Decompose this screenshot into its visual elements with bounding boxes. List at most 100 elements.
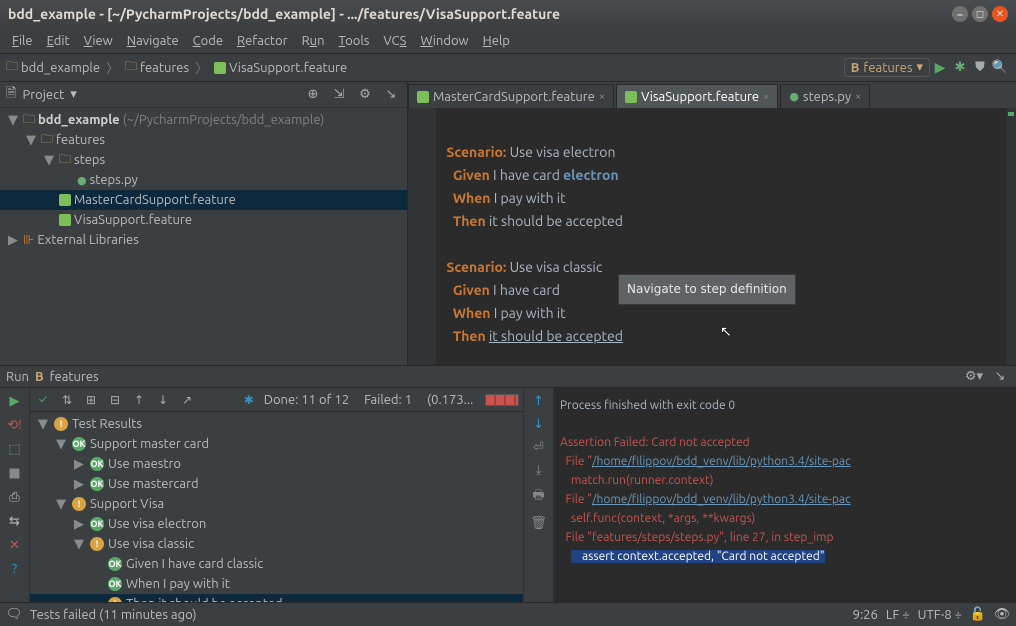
breadcrumb-item[interactable]: 🗀bdd_example xyxy=(6,57,100,78)
expand-toggle[interactable]: ▼ xyxy=(38,417,50,432)
debug-button[interactable]: ✱ xyxy=(950,58,970,78)
scroll-down-icon[interactable]: ↓ xyxy=(533,417,544,432)
close-icon[interactable]: × xyxy=(855,91,861,103)
file-link[interactable]: /home/filippov/bdd_venv/lib/python3.4/si… xyxy=(592,493,851,506)
test-tree-row[interactable]: OK When I pay with it xyxy=(30,574,523,594)
file-link[interactable]: /home/filippov/bdd_venv/lib/python3.4/si… xyxy=(592,455,851,468)
test-tree-row[interactable]: ▼OK Support master card xyxy=(30,434,523,454)
window-maximize-button[interactable]: ◻ xyxy=(972,6,988,22)
project-tree[interactable]: ▼🗀 bdd_example (~/PycharmProjects/bdd_ex… xyxy=(0,108,407,365)
project-view-icon[interactable]: 🗎 xyxy=(6,84,16,106)
test-tree-row[interactable]: ▼! Use visa classic xyxy=(30,534,523,554)
chevron-down-icon[interactable]: ▾ xyxy=(70,87,77,102)
collapse-all-icon[interactable]: ⇲ xyxy=(329,85,349,105)
menu-edit[interactable]: Edit xyxy=(41,32,76,50)
prev-failed-icon[interactable]: ↑ xyxy=(130,391,148,409)
expand-toggle[interactable]: ▼ xyxy=(44,153,56,168)
test-tree[interactable]: ▼! Test Results▼OK Support master card▶O… xyxy=(30,412,523,602)
soft-wrap-icon[interactable]: ⏎ xyxy=(533,440,544,455)
test-tree-row[interactable]: ▼! Support Visa xyxy=(30,494,523,514)
hide-panel-icon[interactable]: ↘ xyxy=(381,85,401,105)
scroll-to-source-icon[interactable]: ⊕ xyxy=(303,85,323,105)
menu-refactor[interactable]: Refactor xyxy=(231,32,294,50)
menu-code[interactable]: Code xyxy=(187,32,229,50)
clear-icon[interactable]: 🗑 xyxy=(530,516,547,531)
readonly-toggle-icon[interactable]: 🔓 xyxy=(970,607,986,623)
hector-icon[interactable]: 👁 xyxy=(994,607,1010,623)
caret-position[interactable]: 9:26 xyxy=(853,608,878,622)
next-failed-icon[interactable]: ↓ xyxy=(154,391,172,409)
settings-icon[interactable]: ✱ xyxy=(240,391,258,409)
sort-icon[interactable]: ⇅ xyxy=(58,391,76,409)
window-close-button[interactable]: ✕ xyxy=(992,6,1008,22)
search-everywhere-button[interactable]: 🔍 xyxy=(990,58,1010,78)
editor-tab[interactable]: VisaSupport.feature× xyxy=(616,84,778,108)
expand-toggle[interactable]: ▼ xyxy=(74,537,86,552)
help-button[interactable]: ? xyxy=(6,560,24,578)
menu-file[interactable]: File xyxy=(6,32,39,50)
status-icon[interactable]: 🗨 xyxy=(6,607,22,623)
expand-toggle[interactable]: ▶ xyxy=(74,517,86,532)
scroll-to-end-icon[interactable]: ⤓ xyxy=(536,463,542,478)
window-minimize-button[interactable]: – xyxy=(952,6,968,22)
menu-run[interactable]: Run xyxy=(296,32,331,50)
collapse-all-icon[interactable]: ⊟ xyxy=(106,391,124,409)
test-tree-row[interactable]: ▼! Test Results xyxy=(30,414,523,434)
close-icon[interactable]: × xyxy=(599,91,605,103)
run-button[interactable]: ▶ xyxy=(930,58,950,78)
pin-tab-button[interactable]: ✕ xyxy=(6,536,24,554)
gear-icon[interactable]: ⚙▾ xyxy=(964,367,984,387)
tree-row[interactable]: VisaSupport.feature xyxy=(0,210,407,230)
step-link[interactable]: it should be accepted xyxy=(489,328,623,344)
test-tree-row[interactable]: ▶OK Use mastercard xyxy=(30,474,523,494)
gear-icon[interactable]: ⚙ xyxy=(355,85,375,105)
expand-toggle[interactable]: ▶ xyxy=(74,477,86,492)
error-stripe[interactable] xyxy=(1006,108,1016,365)
coverage-button[interactable]: ⛊ xyxy=(970,58,990,78)
tree-row[interactable]: ▼🗀 features xyxy=(0,130,407,150)
menu-window[interactable]: Window xyxy=(414,32,474,50)
print-icon[interactable]: 🖶 xyxy=(532,486,544,508)
expand-toggle[interactable]: ▼ xyxy=(8,113,20,128)
menu-tools[interactable]: Tools xyxy=(333,32,376,50)
console-output[interactable]: Process finished with exit code 0 Assert… xyxy=(554,388,1016,602)
tree-row[interactable]: ● steps.py xyxy=(0,170,407,190)
editor-tab[interactable]: ●steps.py× xyxy=(780,84,870,108)
tree-row[interactable]: ▼🗀 steps xyxy=(0,150,407,170)
run-config-selector[interactable]: B features ▾ xyxy=(844,58,930,77)
expand-toggle[interactable]: ▼ xyxy=(56,437,68,452)
expand-all-icon[interactable]: ⊞ xyxy=(82,391,100,409)
expand-toggle[interactable]: ▶ xyxy=(8,233,20,248)
menu-view[interactable]: View xyxy=(78,32,119,50)
editor-tab[interactable]: MasterCardSupport.feature× xyxy=(408,84,614,108)
code-editor[interactable]: Scenario: Use visa electron Given I have… xyxy=(408,108,1016,365)
scroll-up-icon[interactable]: ↑ xyxy=(533,394,544,409)
test-tree-row[interactable]: OK Given I have card classic xyxy=(30,554,523,574)
hide-panel-icon[interactable]: ↘ xyxy=(990,367,1010,387)
menu-vcs[interactable]: VCS xyxy=(377,32,412,50)
line-separator[interactable]: LF ÷ xyxy=(886,608,910,622)
file-encoding[interactable]: UTF-8 ÷ xyxy=(918,608,962,622)
toggle-autotest-button[interactable]: ⬚ xyxy=(6,440,24,458)
test-tree-row[interactable]: ▶OK Use maestro xyxy=(30,454,523,474)
tree-row[interactable]: MasterCardSupport.feature xyxy=(0,190,407,210)
breadcrumb-item[interactable]: 🗀features xyxy=(125,57,189,78)
stop-button[interactable]: ■ xyxy=(6,464,24,482)
expand-toggle[interactable]: ▼ xyxy=(26,133,38,148)
run-tab-label[interactable]: Run xyxy=(6,370,29,384)
show-passed-icon[interactable]: ✓ xyxy=(34,391,52,409)
expand-toggle[interactable]: ▶ xyxy=(74,457,86,472)
tree-row[interactable]: ▼🗀 bdd_example (~/PycharmProjects/bdd_ex… xyxy=(0,110,407,130)
dump-threads-button[interactable]: ⎙ xyxy=(6,488,24,506)
breadcrumb-item[interactable]: VisaSupport.feature xyxy=(214,61,347,75)
close-icon[interactable]: × xyxy=(763,91,769,103)
expand-toggle[interactable]: ▼ xyxy=(56,497,68,512)
rerun-button[interactable]: ▶ xyxy=(6,392,24,410)
menu-navigate[interactable]: Navigate xyxy=(121,32,185,50)
menu-help[interactable]: Help xyxy=(477,32,516,50)
test-tree-row[interactable]: ! Then it should be accepted xyxy=(30,594,523,602)
export-results-icon[interactable]: ↗ xyxy=(178,391,196,409)
tree-row[interactable]: ▶⊪ External Libraries xyxy=(0,230,407,250)
test-tree-row[interactable]: ▶OK Use visa electron xyxy=(30,514,523,534)
rerun-failed-button[interactable]: ⟲! xyxy=(6,416,24,434)
